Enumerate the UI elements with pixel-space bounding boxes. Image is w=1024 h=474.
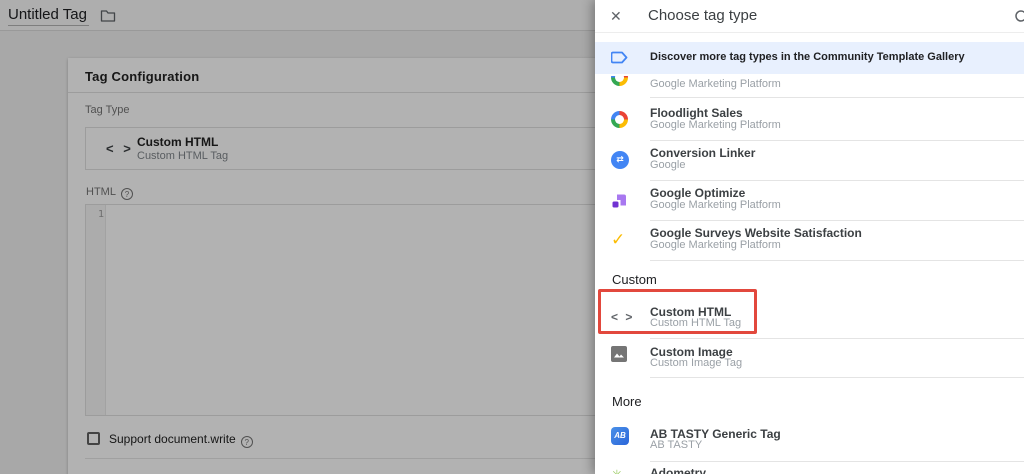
list-item[interactable]: ⇄ Conversion Linker Google <box>595 140 1024 180</box>
list-divider <box>650 377 1024 378</box>
list-item-description: Google Marketing Platform <box>650 119 781 131</box>
list-item-adometry[interactable]: ✳ Adometry <box>595 462 1024 474</box>
list-item-description: Custom HTML Tag <box>650 317 741 329</box>
close-icon[interactable]: ✕ <box>610 8 622 25</box>
panel-title: Choose tag type <box>648 7 757 24</box>
list-item[interactable]: Floodlight Sales Google Marketing Platfo… <box>595 100 1024 140</box>
section-header-custom: Custom <box>612 272 657 287</box>
list-item-ab-tasty[interactable]: AB AB TASTY Generic Tag AB TASTY <box>595 420 1024 460</box>
list-item-custom-image[interactable]: Custom Image Custom Image Tag <box>595 340 1024 377</box>
list-divider <box>650 260 1024 261</box>
list-item-custom-html[interactable]: < > Custom HTML Custom HTML Tag <box>595 300 1024 338</box>
list-item-name: Google Surveys Website Satisfaction <box>650 226 862 240</box>
google-optimize-icon <box>611 191 629 209</box>
list-item-description: Google Marketing Platform <box>650 199 781 211</box>
panel-header: ✕ Choose tag type <box>595 0 1024 33</box>
list-item-description: Google Marketing Platform <box>650 239 781 251</box>
list-item[interactable]: ✓ Google Surveys Website Satisfaction Go… <box>595 220 1024 260</box>
ab-tasty-icon: AB <box>611 427 629 445</box>
tag-icon <box>611 49 631 66</box>
scrolled-item-description: Google Marketing Platform <box>650 78 781 90</box>
conversion-linker-icon: ⇄ <box>611 151 629 169</box>
image-icon <box>611 346 629 364</box>
list-item-description: Custom Image Tag <box>650 357 742 369</box>
list-item-name: Floodlight Sales <box>650 106 743 120</box>
floodlight-icon <box>611 111 629 129</box>
list-item-description: Google <box>650 159 685 171</box>
list-item-description: AB TASTY <box>650 439 702 451</box>
list-divider <box>650 97 1024 98</box>
google-surveys-icon: ✓ <box>611 231 629 249</box>
list-item-name: Google Optimize <box>650 186 745 200</box>
list-item-name: Adometry <box>650 466 706 474</box>
section-header-more: More <box>612 394 642 409</box>
list-item-name: Conversion Linker <box>650 146 755 160</box>
search-icon[interactable] <box>1014 9 1024 26</box>
floodlight-icon <box>611 76 629 90</box>
list-item[interactable]: Google Optimize Google Marketing Platfor… <box>595 180 1024 220</box>
banner-text: Discover more tag types in the Community… <box>650 51 965 63</box>
community-gallery-banner[interactable]: Discover more tag types in the Community… <box>595 42 1024 74</box>
code-icon: < > <box>611 308 629 326</box>
choose-tag-type-panel: ✕ Choose tag type Discover more tag type… <box>595 0 1024 474</box>
adometry-icon: ✳ <box>611 468 629 474</box>
list-divider <box>650 338 1024 339</box>
